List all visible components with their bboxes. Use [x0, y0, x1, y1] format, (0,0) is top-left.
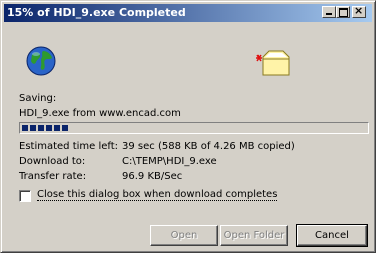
open-folder-button[interactable]: Open Folder — [220, 225, 288, 246]
close-button[interactable]: × — [352, 4, 366, 18]
time-left-label: Estimated time left: — [19, 141, 119, 152]
download-dialog: 15% of HDI_9.exe Completed × Saving: HDI… — [0, 0, 376, 253]
download-to-value: C:\TEMP\HDI_9.exe — [122, 156, 217, 167]
minimize-button[interactable] — [322, 6, 336, 18]
source-text: HDI_9.exe from www.encad.com — [19, 108, 181, 119]
transfer-rate-label: Transfer rate: — [19, 171, 87, 182]
progress-block — [62, 125, 68, 131]
close-when-done-checkbox[interactable] — [19, 190, 31, 202]
progress-block — [46, 125, 52, 131]
progress-block — [30, 125, 36, 131]
window-title: 15% of HDI_9.exe Completed — [7, 6, 186, 19]
close-icon: × — [354, 4, 364, 17]
maximize-button[interactable] — [336, 6, 350, 18]
globe-icon — [26, 46, 56, 76]
progress-block — [38, 125, 44, 131]
transfer-rate-value: 96.9 KB/Sec — [122, 171, 183, 182]
progress-block — [22, 125, 28, 131]
folder-icon — [256, 50, 290, 76]
progress-block — [54, 125, 60, 131]
titlebar[interactable]: 15% of HDI_9.exe Completed × — [4, 4, 372, 22]
download-to-label: Download to: — [19, 156, 86, 167]
open-button[interactable]: Open — [150, 225, 218, 246]
minimize-icon — [326, 13, 332, 15]
saving-label: Saving: — [19, 93, 57, 104]
cancel-button[interactable]: Cancel — [296, 224, 368, 247]
progress-bar — [19, 122, 369, 134]
time-left-value: 39 sec (588 KB of 4.26 MB copied) — [122, 141, 295, 152]
maximize-icon — [339, 8, 348, 17]
checkbox-label[interactable]: Close this dialog box when download comp… — [37, 189, 278, 201]
